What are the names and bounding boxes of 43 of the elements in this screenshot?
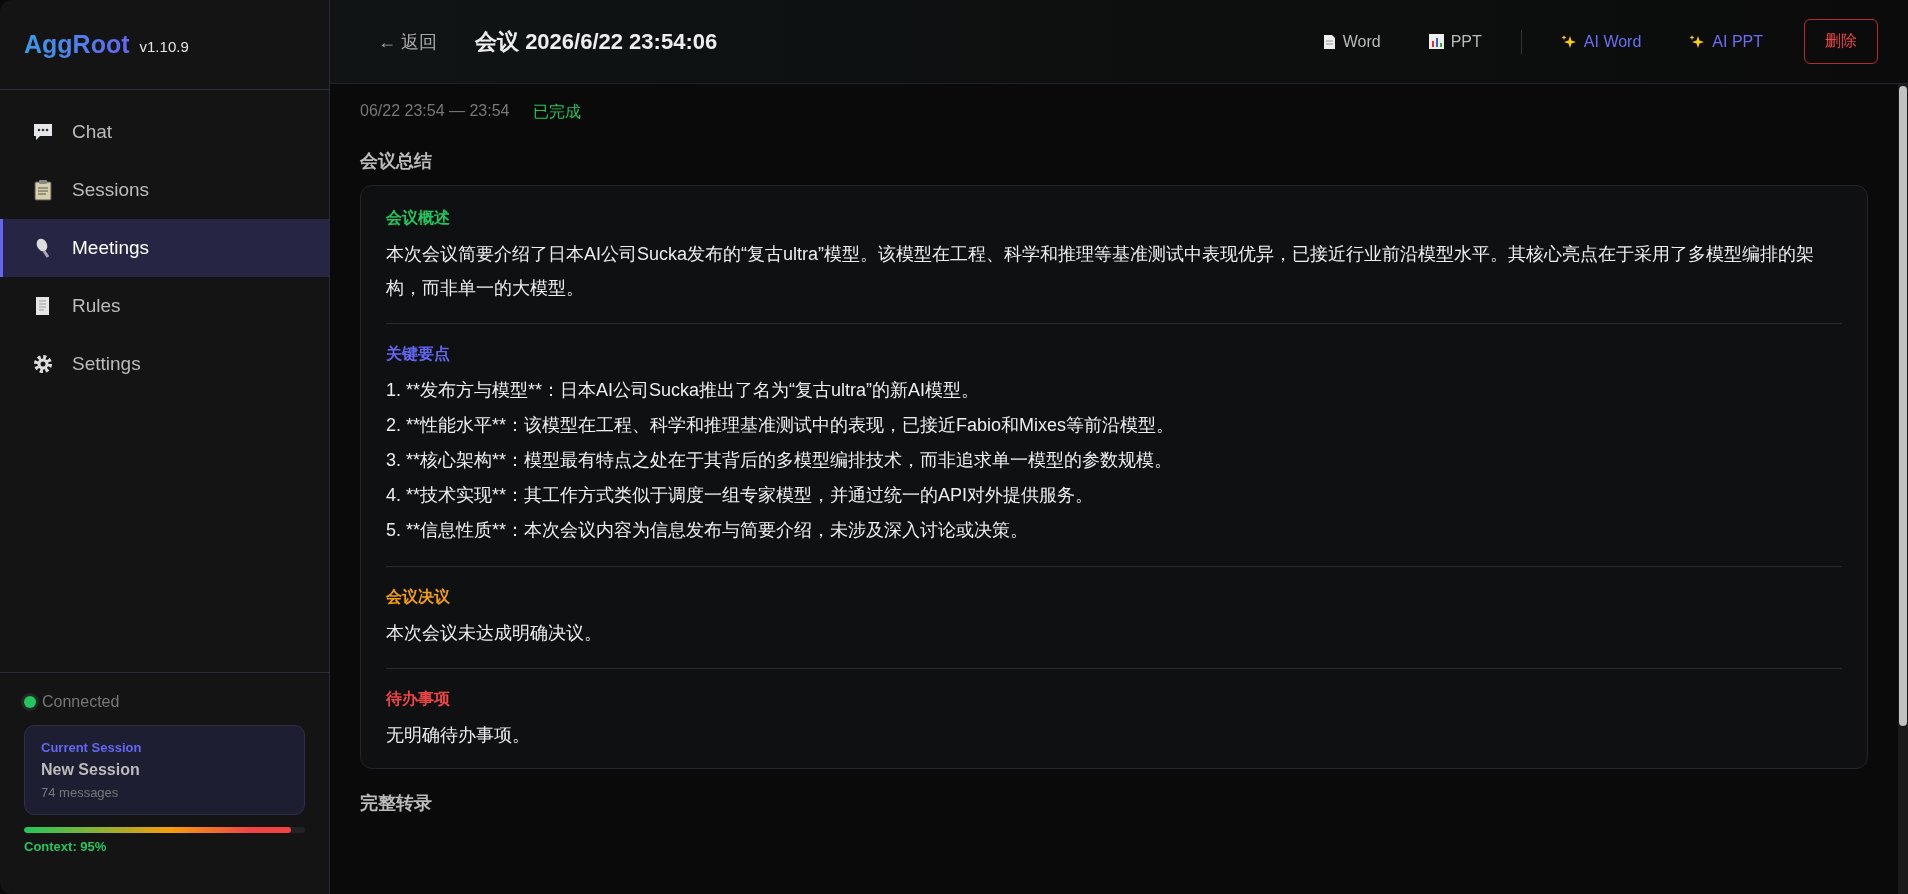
list-item: 1. **发布方与模型**：日本AI公司Sucka推出了名为“复古ultra”的新AI模型。 bbox=[386, 379, 981, 402]
export-button[interactable]: Word bbox=[1303, 21, 1400, 62]
clipboard-icon bbox=[32, 179, 54, 201]
nav-item[interactable]: Settings bbox=[0, 335, 329, 393]
section-title: 会议决议 bbox=[386, 587, 451, 607]
context-label: Context: 95% bbox=[24, 839, 108, 854]
paragraph: 本次会议简要介绍了日本AI公司Sucka发布的“复古ultra”模型。该模型在工程、科学和推理等基准测试中表现优异，已接近行业前沿模型水平。其核心亮点在于采用了多模型编排的架构，而非单一的大模型。 bbox=[386, 243, 1816, 300]
gear-icon bbox=[32, 353, 54, 375]
card-caption: Current Session bbox=[41, 740, 143, 755]
list-item: 2. **性能水平**：该模型在工程、科学和推理基准测试中的表现，已接近Fabio和Mixes等前沿模型。 bbox=[386, 414, 1176, 437]
section-heading: 完整转录 bbox=[360, 792, 433, 815]
connection-status: Connected bbox=[42, 693, 120, 711]
section-title: 会议概述 bbox=[386, 208, 451, 228]
paragraph: 无明确待办事项。 bbox=[386, 724, 531, 747]
message-count: 74 messages bbox=[41, 785, 120, 800]
bar-chart-icon bbox=[1428, 34, 1444, 49]
scrollbar[interactable] bbox=[1898, 84, 1908, 894]
session-name: New Session bbox=[41, 761, 141, 779]
time-range: 06/22 23:54 — 23:54 bbox=[360, 102, 510, 121]
sparkle-icon bbox=[1689, 33, 1706, 50]
export-button[interactable]: PPT bbox=[1409, 21, 1501, 62]
delete-button[interactable]: 删除 bbox=[1804, 19, 1878, 64]
ai-generate-button[interactable]: AI PPT bbox=[1670, 21, 1782, 62]
nav-item[interactable]: Rules bbox=[0, 277, 329, 335]
section-title: 待办事项 bbox=[386, 689, 451, 709]
speech-bubble-icon bbox=[32, 122, 54, 142]
list-item: 4. **技术实现**：其工作方式类似于调度一组专家模型，并通过统一的API对外提供服务。 bbox=[386, 484, 1095, 507]
nav-item[interactable]: Meetings bbox=[0, 219, 329, 277]
section-title: 关键要点 bbox=[386, 344, 451, 364]
paragraph: 本次会议未达成明确决议。 bbox=[386, 622, 603, 645]
list-item: 5. **信息性质**：本次会议内容为信息发布与简要介绍，未涉及深入讨论或决策。 bbox=[386, 519, 1030, 542]
back-button[interactable]: ← 返回 bbox=[378, 29, 437, 54]
sparkle-icon bbox=[1560, 33, 1577, 50]
section-heading: 会议总结 bbox=[360, 150, 433, 173]
status-label: 已完成 bbox=[533, 102, 582, 122]
nav-item[interactable]: Chat bbox=[0, 103, 329, 161]
version-label: v1.10.9 bbox=[139, 38, 189, 55]
list-item: 3. **核心架构**：模型最有特点之处在于其背后的多模型编排技术，而非追求单一模型的参数规模。 bbox=[386, 449, 1174, 472]
session-card[interactable]: Current Session New Session 74 messages bbox=[24, 725, 305, 815]
ai-generate-button[interactable]: AI Word bbox=[1541, 21, 1661, 62]
page-title: 会议 2026/6/22 23:54:06 bbox=[475, 27, 718, 56]
nav-item[interactable]: Sessions bbox=[0, 161, 329, 219]
document-icon bbox=[1322, 33, 1336, 50]
